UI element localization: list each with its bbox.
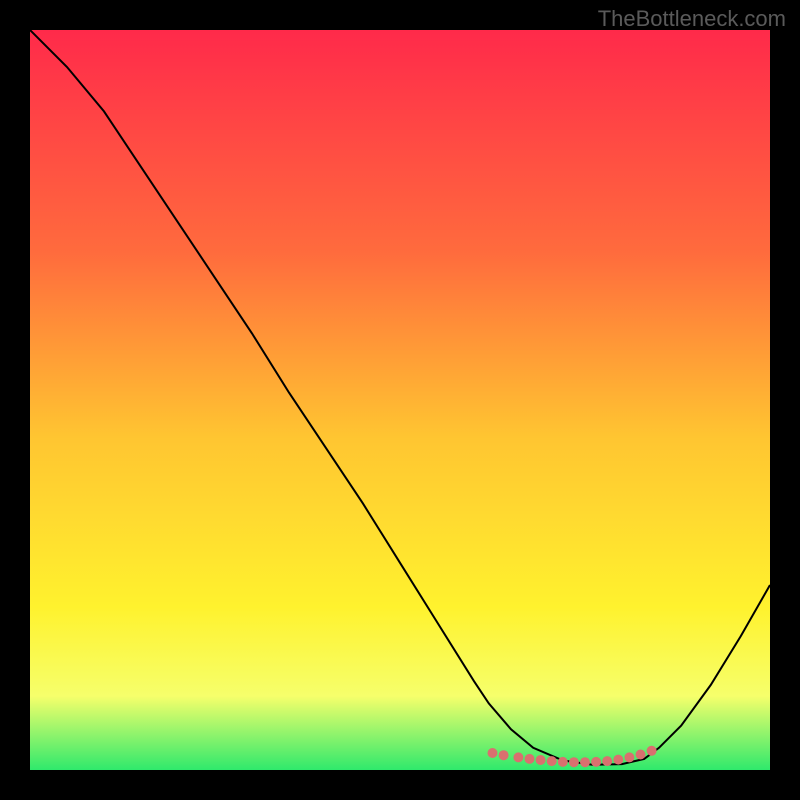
highlight-dot — [513, 752, 523, 762]
highlight-dot — [624, 752, 634, 762]
highlight-dot — [647, 746, 657, 756]
highlight-dot — [558, 757, 568, 767]
watermark-text: TheBottleneck.com — [598, 6, 786, 32]
highlight-dot — [613, 755, 623, 765]
highlight-dot — [547, 756, 557, 766]
highlight-dot — [580, 757, 590, 767]
highlight-dot — [488, 748, 498, 758]
highlight-dot — [499, 750, 509, 760]
gradient-background — [30, 30, 770, 770]
highlight-dot — [536, 755, 546, 765]
highlight-dot — [602, 756, 612, 766]
highlight-dot — [525, 754, 535, 764]
chart-canvas — [30, 30, 770, 770]
highlight-dot — [636, 750, 646, 760]
chart-svg — [30, 30, 770, 770]
highlight-dot — [591, 757, 601, 767]
highlight-dot — [569, 757, 579, 767]
